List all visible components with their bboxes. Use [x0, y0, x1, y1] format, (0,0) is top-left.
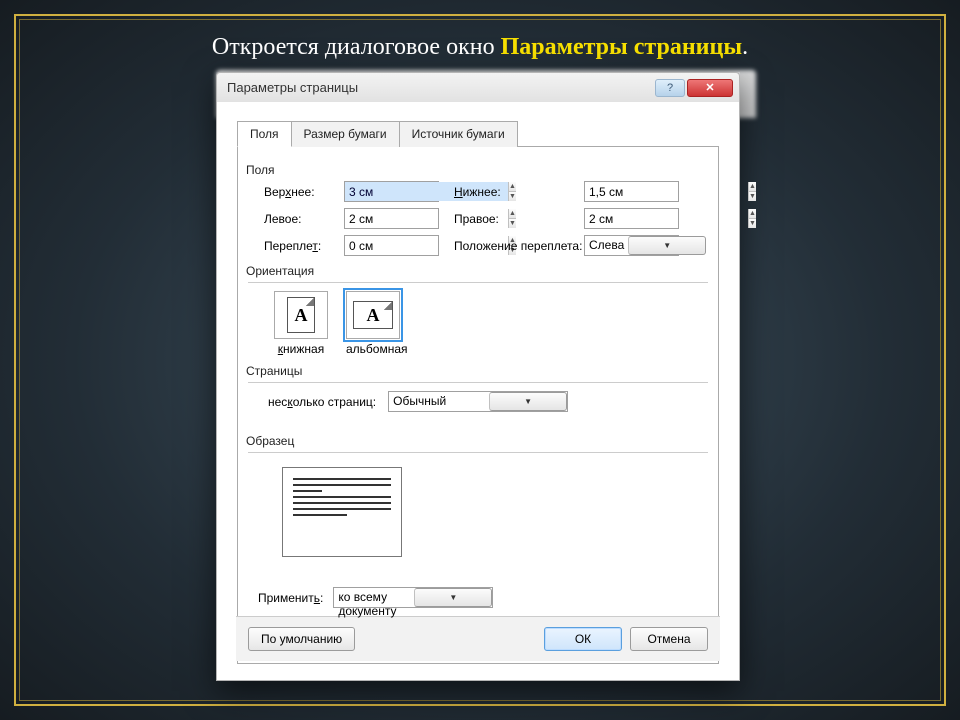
ok-button[interactable]: ОК	[544, 627, 622, 651]
input-bottom-margin[interactable]: ▲▼	[584, 181, 679, 202]
tab-paper-size[interactable]: Размер бумаги	[291, 121, 400, 147]
input-right-margin-field[interactable]	[585, 209, 748, 228]
input-top-margin[interactable]: ▲▼	[344, 181, 439, 202]
margins-grid: Верхнее: ▲▼ Нижнее: ▲▼ Левое: ▲▼ Правое:	[264, 181, 708, 256]
orientation-portrait-label: книжная	[274, 342, 328, 356]
input-left-margin[interactable]: ▲▼	[344, 208, 439, 229]
cancel-button[interactable]: Отмена	[630, 627, 708, 651]
help-button[interactable]: ?	[655, 79, 685, 97]
label-top: Верхнее:	[264, 185, 344, 199]
orientation-landscape-label: альбомная	[346, 342, 408, 356]
label-bottom: Нижнее:	[454, 185, 584, 199]
tab-page-margins: Поля Верхнее: ▲▼ Нижнее: ▲▼ Левое: ▲▼ Пр…	[237, 146, 719, 664]
orientation-group-label: Ориентация	[246, 264, 708, 278]
divider	[248, 452, 708, 453]
select-multiple-pages-value: Обычный	[389, 392, 489, 411]
input-bottom-margin-field[interactable]	[585, 182, 748, 201]
apply-row: Применить: ко всему документу ▼	[258, 587, 708, 608]
close-icon: ✕	[705, 81, 714, 94]
chevron-down-icon[interactable]: ▼	[414, 588, 492, 607]
chevron-down-icon[interactable]: ▼	[489, 392, 567, 411]
label-gutter-position: Положение переплета:	[454, 239, 584, 253]
page-glyph-icon: A	[367, 305, 380, 326]
label-right: Правое:	[454, 212, 584, 226]
select-multiple-pages[interactable]: Обычный ▼	[388, 391, 568, 412]
select-gutter-position-value: Слева	[585, 236, 628, 255]
close-button[interactable]: ✕	[687, 79, 733, 97]
select-gutter-position[interactable]: Слева ▼	[584, 235, 679, 256]
label-gutter: Переплет:	[264, 239, 344, 253]
dialog-titlebar[interactable]: Параметры страницы ? ✕	[216, 72, 740, 102]
tab-margins[interactable]: Поля	[237, 121, 292, 147]
margins-group-label: Поля	[246, 163, 708, 177]
orientation-portrait[interactable]: A книжная	[274, 291, 328, 356]
input-gutter[interactable]: ▲▼	[344, 235, 439, 256]
input-right-margin[interactable]: ▲▼	[584, 208, 679, 229]
page-setup-dialog: Параметры страницы ? ✕ Поля Размер бумаг…	[216, 72, 740, 681]
dialog-title: Параметры страницы	[223, 80, 653, 95]
label-left: Левое:	[264, 212, 344, 226]
preview-sample	[282, 467, 402, 557]
orientation-landscape[interactable]: A альбомная	[346, 291, 408, 356]
chevron-down-icon[interactable]: ▼	[628, 236, 706, 255]
tab-strip: Поля Размер бумаги Источник бумаги	[225, 110, 731, 146]
dialog-body: Поля Размер бумаги Источник бумаги Поля …	[216, 102, 740, 681]
select-apply-to-value: ко всему документу	[334, 588, 414, 607]
pages-group-label: Страницы	[246, 364, 708, 378]
divider	[248, 382, 708, 383]
orientation-row: A книжная A альбомная	[274, 291, 708, 356]
page-glyph-icon: A	[295, 305, 308, 326]
preview-group-label: Образец	[246, 434, 708, 448]
caption-suffix: .	[742, 34, 748, 60]
label-apply-to: Применить:	[258, 591, 323, 605]
label-multiple-pages: несколько страниц:	[268, 395, 376, 409]
spin-down-icon[interactable]: ▼	[749, 218, 756, 228]
help-icon: ?	[667, 82, 673, 94]
caption-prefix: Откроется диалоговое окно	[212, 34, 501, 60]
spin-down-icon[interactable]: ▼	[749, 191, 756, 201]
divider	[248, 282, 708, 283]
spin-up-icon[interactable]: ▲	[749, 182, 756, 191]
pages-row: несколько страниц: Обычный ▼	[268, 391, 708, 412]
slide-caption: Откроется диалоговое окно Параметры стра…	[0, 34, 960, 61]
caption-highlight: Параметры страницы	[501, 34, 743, 60]
default-button[interactable]: По умолчанию	[248, 627, 355, 651]
tab-paper-source[interactable]: Источник бумаги	[399, 121, 518, 147]
spin-up-icon[interactable]: ▲	[749, 209, 756, 218]
select-apply-to[interactable]: ко всему документу ▼	[333, 587, 493, 608]
dialog-footer: По умолчанию ОК Отмена	[236, 616, 720, 661]
